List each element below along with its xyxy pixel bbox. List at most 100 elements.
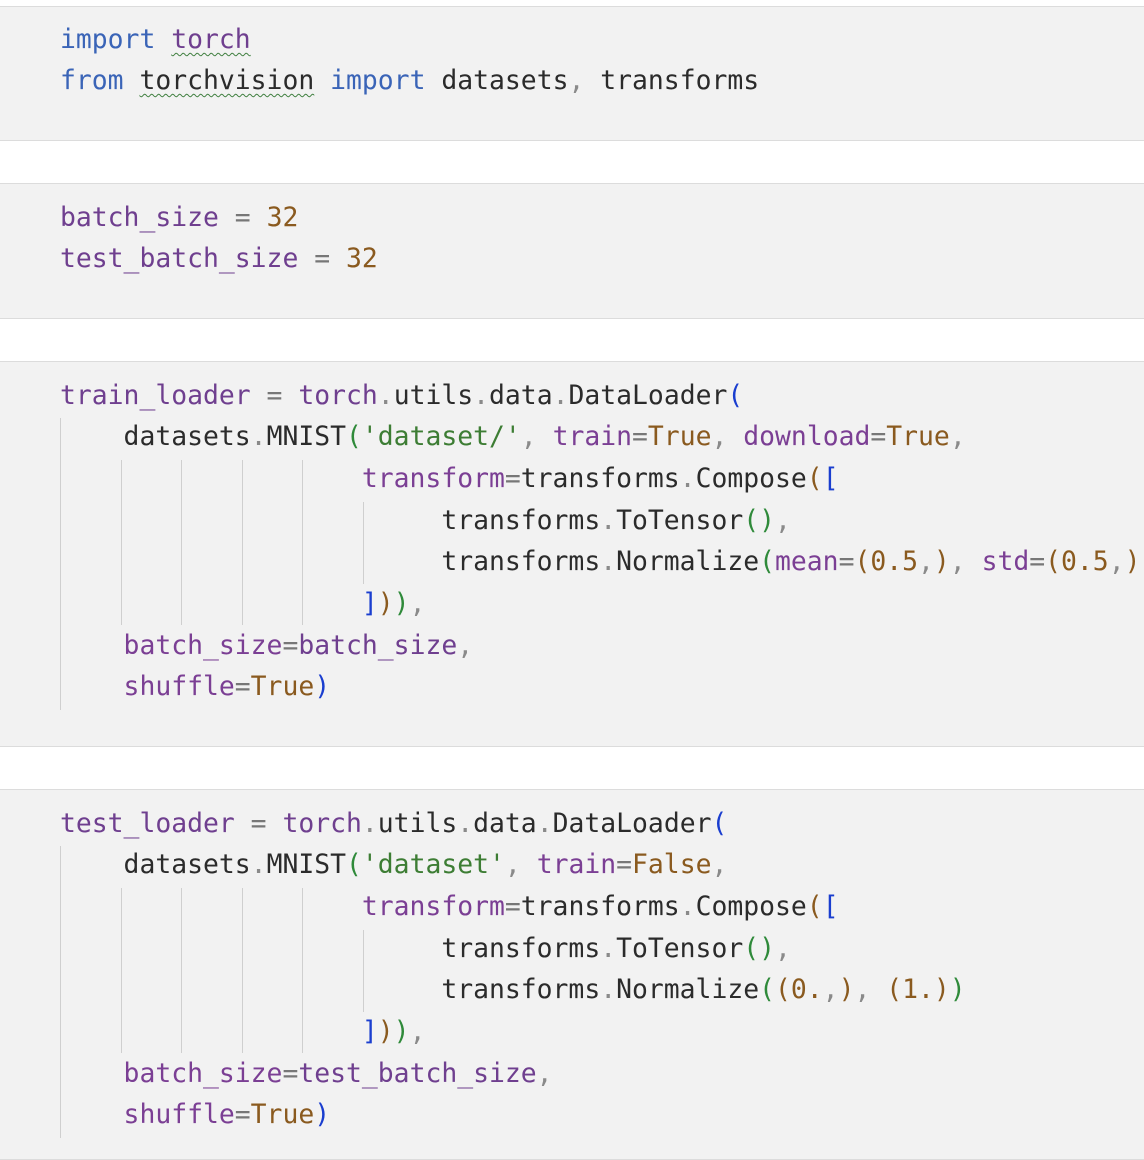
code-token: =	[298, 243, 346, 274]
code-token: (	[727, 380, 744, 411]
code-token: 0.	[790, 974, 823, 1005]
code-token: ,	[457, 630, 474, 661]
code-line: batch_size = 32	[60, 203, 298, 233]
code-token: .	[250, 421, 267, 452]
code-token: ()	[743, 933, 775, 964]
code-token: ,	[949, 421, 966, 452]
code-token: )	[393, 588, 410, 619]
code-token: ]	[361, 1016, 378, 1047]
code-token: shuffle	[60, 671, 235, 702]
code-line: test_loader = torch.utils.data.DataLoade…	[60, 809, 727, 839]
code-token: [	[822, 463, 839, 494]
code-token: =	[616, 849, 633, 880]
code-token: )	[838, 974, 855, 1005]
code-token: ToTensor	[616, 505, 744, 536]
code-line: test_batch_size = 32	[60, 244, 378, 274]
code-token: =	[218, 202, 267, 233]
code-line: transform=transforms.Compose([	[60, 464, 839, 494]
code-token: =	[250, 380, 299, 411]
code-token: ,	[409, 1016, 426, 1047]
code-token: 32	[346, 243, 378, 274]
code-token: Compose	[695, 463, 807, 494]
code-token: )	[949, 974, 966, 1005]
code-token: transforms	[60, 933, 601, 964]
code-token: (	[759, 546, 775, 577]
code-token: True	[250, 1099, 315, 1130]
code-token: )	[933, 546, 950, 577]
code-token: =	[282, 630, 299, 661]
code-token: )	[377, 1016, 394, 1047]
code-line: transforms.ToTensor(),	[60, 506, 791, 536]
code-token: MNIST	[266, 849, 347, 880]
code-token: 'dataset'	[361, 849, 505, 880]
code-token: ,	[775, 933, 791, 964]
code-token: import	[330, 65, 426, 96]
code-token: ()	[743, 505, 775, 536]
code-token: download	[743, 421, 871, 452]
code-token: (	[346, 849, 362, 880]
code-token: train	[536, 849, 617, 880]
code-token: import	[60, 24, 156, 55]
code-line: datasets.MNIST('dataset', train=False,	[60, 849, 728, 880]
code-line: shuffle=True)	[60, 1099, 331, 1130]
code-token: ,	[536, 1058, 553, 1089]
code-token: transforms	[584, 65, 760, 96]
code-token: )	[1140, 546, 1144, 577]
code-token: =	[234, 808, 283, 839]
code-token: )	[933, 974, 950, 1005]
code-token: ,	[1108, 546, 1125, 577]
code-token: =	[504, 891, 521, 922]
code-token: transforms	[520, 891, 680, 922]
code-token: transforms	[60, 505, 601, 536]
code-token: utils	[393, 380, 474, 411]
code-token: )	[393, 1016, 410, 1047]
code-token: datasets	[425, 65, 569, 96]
code-token: mean	[775, 546, 839, 577]
code-line: train_loader = torch.utils.data.DataLoad…	[60, 381, 743, 411]
code-token: ,	[520, 421, 553, 452]
code-token: .	[361, 808, 378, 839]
code-token: .	[457, 808, 474, 839]
code-token: utils	[377, 808, 458, 839]
code-token: (	[886, 974, 903, 1005]
code-token: .	[600, 546, 617, 577]
code-token: torch	[282, 808, 362, 839]
code-token: data	[489, 380, 553, 411]
code-token: True	[250, 671, 315, 702]
code-token: ,	[822, 974, 839, 1005]
code-token: ,	[568, 65, 585, 96]
code-token: .	[600, 933, 617, 964]
code-token: True	[647, 421, 712, 452]
code-token: ,	[775, 505, 791, 536]
code-line: transforms.ToTensor(),	[60, 934, 791, 964]
code-token: =	[870, 421, 887, 452]
code-token: =	[234, 671, 251, 702]
code-token: shuffle	[60, 1099, 235, 1130]
code-token: ]	[361, 588, 378, 619]
code-token: Normalize	[616, 546, 760, 577]
code-token: 0.5	[870, 546, 919, 577]
code-token: ,	[854, 974, 887, 1005]
code-line: transforms.Normalize((0.,), (1.))	[60, 974, 966, 1005]
code-token: Normalize	[616, 974, 760, 1005]
code-token: torch	[171, 24, 251, 55]
code-token: (	[806, 463, 823, 494]
code-token: datasets	[60, 849, 251, 880]
code-token: 'dataset/'	[361, 421, 521, 452]
code-token: .	[536, 808, 553, 839]
code-token: =	[838, 546, 855, 577]
code-line: from torchvision import datasets, transf…	[60, 66, 759, 96]
code-token: torchvision	[139, 65, 315, 96]
code-line: shuffle=True)	[60, 671, 331, 702]
code-token: torch	[298, 380, 378, 411]
code-token: 32	[266, 202, 299, 233]
code-token: transforms	[520, 463, 680, 494]
code-line: ])),	[60, 588, 426, 619]
code-token: .	[250, 849, 267, 880]
code-token: ToTensor	[616, 933, 744, 964]
code-token: True	[886, 421, 950, 452]
